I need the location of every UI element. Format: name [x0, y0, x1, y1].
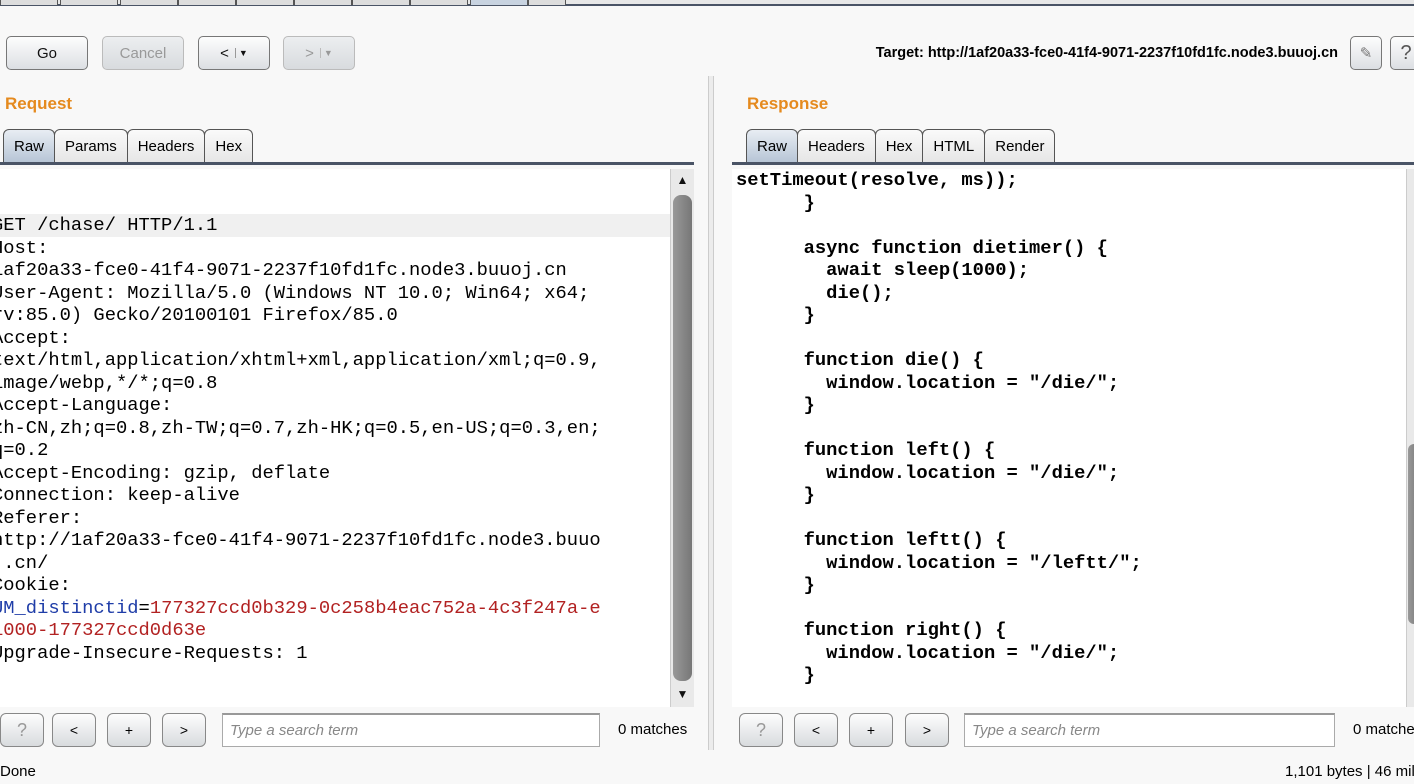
search-help-button[interactable]: ? [739, 713, 783, 747]
tab-render[interactable]: Render [984, 129, 1056, 162]
request-line: Cookie: [0, 574, 71, 596]
response-line: die(); [736, 281, 894, 304]
response-title: Response [747, 94, 829, 113]
request-line: http://1af20a33-fce0-41f4-9071-2237f10fd… [0, 529, 601, 551]
repeater-tab-bar[interactable] [0, 0, 1414, 6]
request-line: j.cn/ [0, 551, 49, 574]
tab-headers[interactable]: Headers [797, 129, 876, 162]
search-previous-button[interactable]: < [52, 713, 96, 747]
response-line [736, 327, 1406, 350]
response-line: window.location = "/leftt/"; [736, 551, 1142, 574]
response-line: } [736, 191, 815, 214]
response-line: await sleep(1000); [736, 259, 1030, 281]
forward-arrow-icon: > [305, 44, 314, 62]
response-line: } [736, 484, 815, 506]
scroll-thumb[interactable] [673, 195, 692, 681]
request-line: image/webp,*/*;q=0.8 [0, 371, 218, 394]
tab-hex[interactable]: Hex [204, 129, 254, 162]
search-next-button[interactable]: > [162, 713, 206, 747]
cancel-button[interactable]: Cancel [102, 36, 184, 70]
response-line: window.location = "/die/"; [736, 461, 1120, 484]
request-line: q=0.2 [0, 439, 49, 461]
response-line: function left() { [736, 439, 996, 461]
split-divider[interactable] [708, 76, 714, 750]
response-line: } [736, 304, 815, 326]
scroll-up-icon[interactable]: ▲ [671, 173, 694, 191]
go-button[interactable]: Go [6, 36, 88, 70]
tab-html[interactable]: HTML [922, 129, 986, 162]
response-matches: 0 matches [1353, 721, 1414, 738]
tab-raw[interactable]: Raw [746, 129, 799, 162]
tab-hex[interactable]: Hex [874, 129, 924, 162]
search-previous-button[interactable]: < [794, 713, 838, 747]
target-label: Target: http://1af20a33-fce0-41f4-9071-2… [875, 45, 1338, 61]
pencil-icon: ✎ [1359, 45, 1373, 62]
cookie-value-continued: 1000-177327ccd0d63e [0, 619, 207, 641]
cookie-value: 177327ccd0b329-0c258b4eac752a-4c3f247a-e [149, 596, 601, 619]
request-line: Accept: [0, 326, 71, 349]
search-next-button[interactable]: > [905, 713, 949, 747]
request-line: 1af20a33-fce0-41f4-9071-2237f10fd1fc.nod… [0, 259, 567, 281]
search-add-button[interactable]: + [849, 713, 893, 747]
dropdown-icon: ▼ [319, 48, 333, 58]
dropdown-icon: ▼ [234, 48, 248, 58]
cookie-name: UM_distinctid [0, 596, 139, 619]
response-line: window.location = "/die/"; [736, 641, 1120, 664]
response-line: function die() { [736, 349, 984, 371]
request-editor[interactable]: GET /chase/ HTTP/1.1Host:1af20a33-fce0-4… [0, 169, 670, 707]
request-line: Accept-Encoding: gzip, deflate [0, 461, 331, 484]
request-line: GET /chase/ HTTP/1.1 [0, 214, 670, 237]
response-line [736, 597, 1406, 620]
request-line: Upgrade-Insecure-Requests: 1 [0, 641, 308, 664]
tab-raw[interactable]: Raw [3, 129, 56, 162]
request-scrollbar[interactable]: ▲ ▼ [670, 169, 694, 707]
back-button[interactable]: < ▼ [198, 36, 270, 70]
back-arrow-icon: < [220, 44, 229, 62]
edit-target-button[interactable]: ✎ [1350, 36, 1382, 70]
search-add-button[interactable]: + [107, 713, 151, 747]
cookie-equals: = [138, 596, 150, 619]
cookie-line: UM_distinctid=177327ccd0b329-0c258b4eac7… [0, 597, 670, 620]
response-line: setTimeout(resolve, ms)); [736, 169, 1018, 191]
request-search-input[interactable]: Type a search term [222, 713, 600, 747]
tab-headers[interactable]: Headers [126, 129, 206, 162]
response-stats: 1,101 bytes | 46 millis [1285, 763, 1414, 780]
response-line: } [736, 574, 815, 596]
response-line: } [736, 664, 815, 686]
search-help-button[interactable]: ? [0, 713, 44, 747]
request-line: Host: [0, 236, 49, 259]
request-line: text/html,application/xhtml+xml,applicat… [0, 349, 601, 371]
request-tabs: Raw Params Headers Hex [0, 129, 694, 165]
tab-params[interactable]: Params [54, 129, 128, 162]
request-title: Request [5, 94, 73, 113]
response-scrollbar[interactable] [1406, 169, 1414, 707]
response-line: async function dietimer() { [736, 236, 1108, 259]
help-button[interactable]: ? [1390, 36, 1414, 70]
scroll-down-icon[interactable]: ▼ [671, 687, 694, 705]
response-editor[interactable]: setTimeout(resolve, ms)); } async functi… [732, 169, 1406, 707]
request-matches: 0 matches [618, 721, 688, 738]
request-line: rv:85.0) Gecko/20100101 Firefox/85.0 [0, 304, 398, 326]
request-line: Referer: [0, 506, 83, 529]
forward-button[interactable]: > ▼ [283, 36, 355, 70]
request-line: Connection: keep-alive [0, 484, 240, 506]
response-search-input[interactable]: Type a search term [964, 713, 1335, 747]
request-line: Accept-Language: [0, 394, 173, 416]
response-line: } [736, 394, 815, 416]
response-line: function right() { [736, 619, 1007, 641]
response-tabs: Raw Headers Hex HTML Render [732, 129, 1414, 165]
response-line: function leftt() { [736, 529, 1007, 551]
scroll-thumb[interactable] [1408, 444, 1414, 624]
response-line [736, 507, 1406, 530]
response-line: window.location = "/die/"; [736, 371, 1120, 394]
request-line: User-Agent: Mozilla/5.0 (Windows NT 10.0… [0, 281, 590, 304]
status-text: Done [0, 763, 36, 780]
response-line [736, 214, 1406, 237]
response-line [736, 417, 1406, 440]
request-line: zh-CN,zh;q=0.8,zh-TW;q=0.7,zh-HK;q=0.5,e… [0, 416, 601, 439]
